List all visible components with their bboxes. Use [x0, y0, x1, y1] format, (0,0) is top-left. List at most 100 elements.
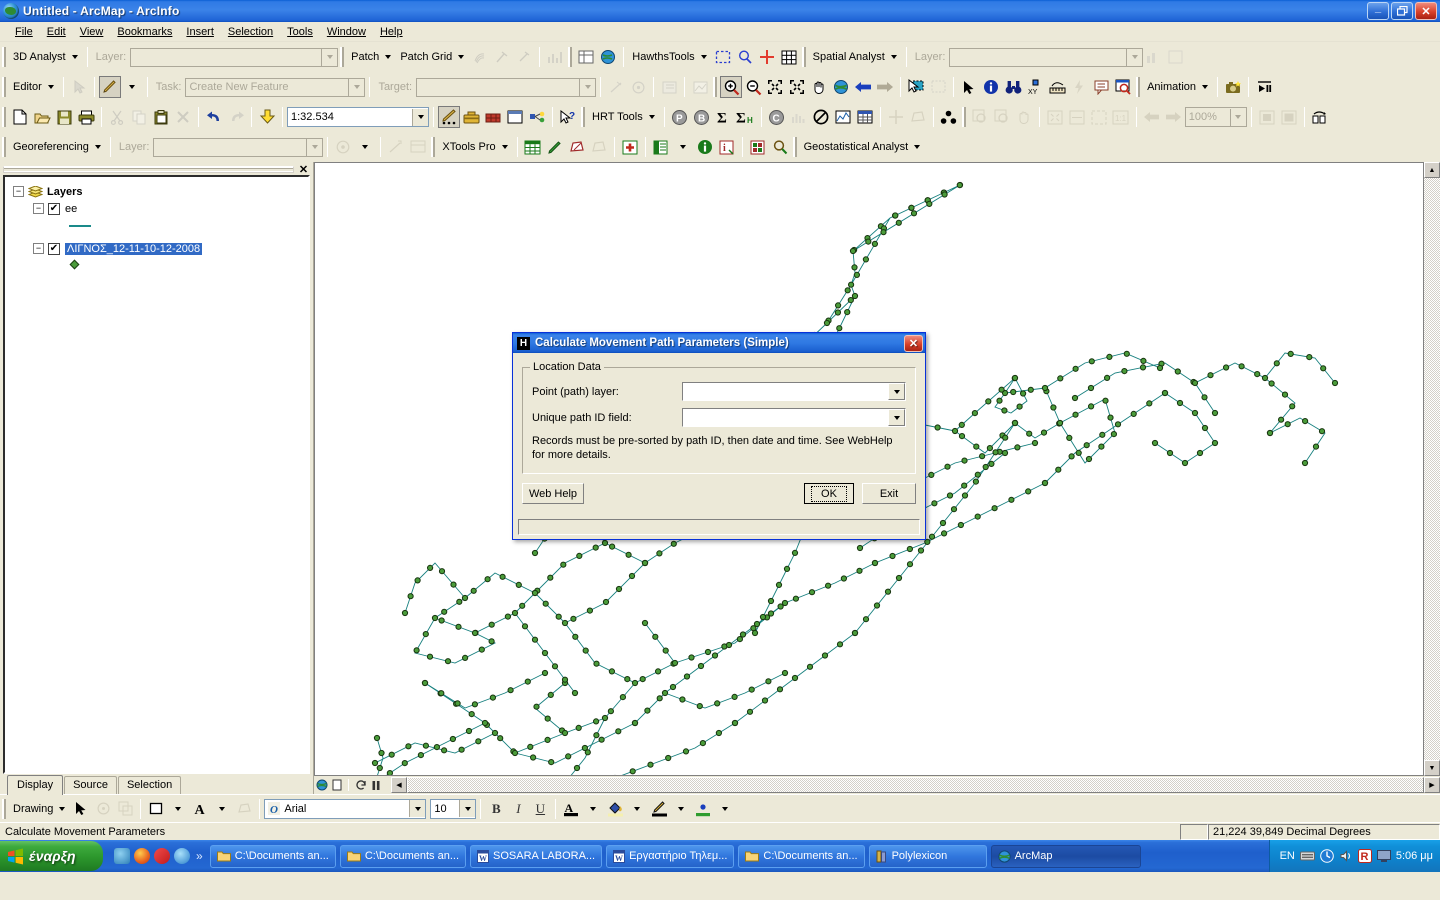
- web-help-button[interactable]: Web Help: [522, 483, 584, 504]
- taskbar-item-explorer-1[interactable]: C:\Documents an...: [209, 844, 336, 868]
- whats-this-button[interactable]: ?: [557, 106, 579, 128]
- underline-button[interactable]: U: [529, 798, 551, 820]
- georeferencing-menu[interactable]: Georeferencing: [9, 139, 93, 155]
- spatial-hist-button[interactable]: [1143, 46, 1165, 68]
- pan-button[interactable]: [808, 76, 830, 98]
- grid-button[interactable]: [778, 46, 800, 68]
- model-graph-button[interactable]: [526, 106, 548, 128]
- show-desktop-icon[interactable]: [114, 848, 130, 864]
- toolbar-grip[interactable]: [792, 137, 797, 157]
- hawths-table-button[interactable]: [575, 46, 597, 68]
- tree-node-layer-lignos[interactable]: − ✔ ΛΙΓΝΟΣ_12-11-10-12-2008: [9, 240, 304, 257]
- hawths-zoom-button[interactable]: [734, 46, 756, 68]
- hrt-noaccess-button[interactable]: [810, 106, 832, 128]
- layout-forward-button[interactable]: [1163, 106, 1185, 128]
- chevron-down-icon[interactable]: [385, 55, 392, 59]
- toolbar-grip[interactable]: [2, 798, 6, 819]
- edit-tool-button[interactable]: [68, 76, 90, 98]
- font-color-dropdown[interactable]: [582, 798, 604, 820]
- task-combo[interactable]: Create New Feature: [185, 77, 366, 97]
- hrt-sum-button[interactable]: Σ: [713, 106, 735, 128]
- chevron-down-icon[interactable]: [648, 115, 655, 119]
- taskbar-item-arcmap[interactable]: ArcMap: [990, 844, 1141, 868]
- hrt-cross-button[interactable]: [885, 106, 907, 128]
- chevron-down-icon[interactable]: [71, 55, 78, 59]
- save-document-button[interactable]: [53, 106, 75, 128]
- rotate-element-button[interactable]: [92, 798, 114, 820]
- layer-visibility-checkbox[interactable]: ✔: [48, 202, 60, 215]
- font-family-combo[interactable]: O Arial: [264, 798, 427, 819]
- chevron-down-icon[interactable]: [306, 138, 323, 156]
- toc-drag-handle[interactable]: [3, 166, 294, 173]
- toolbar-grip[interactable]: [2, 47, 6, 67]
- dialog-close-button[interactable]: ✕: [904, 334, 923, 352]
- display-icon[interactable]: [1376, 849, 1391, 863]
- toolbar-grip[interactable]: [568, 47, 573, 67]
- chevron-down-icon[interactable]: [888, 409, 905, 426]
- copy-button[interactable]: [128, 106, 150, 128]
- menu-view[interactable]: View: [73, 24, 111, 40]
- measure-button[interactable]: [1046, 76, 1068, 98]
- point-path-layer-value[interactable]: [683, 383, 888, 400]
- xtools-extra-button[interactable]: [588, 136, 610, 158]
- chevron-down-icon[interactable]: [412, 108, 428, 126]
- new-text-button[interactable]: A: [189, 798, 211, 820]
- line-color-dropdown[interactable]: [670, 798, 692, 820]
- expander-icon[interactable]: −: [33, 243, 44, 254]
- patch-grid-menu[interactable]: Patch Grid: [396, 49, 456, 65]
- go-back-extent-button[interactable]: [852, 76, 874, 98]
- tree-node-root[interactable]: − Layers: [9, 183, 304, 200]
- toolbar-grip[interactable]: [581, 107, 585, 127]
- layout-whole-page-button[interactable]: [1044, 106, 1066, 128]
- html-popup-button[interactable]: [1090, 76, 1112, 98]
- calculate-movement-path-dialog[interactable]: H Calculate Movement Path Parameters (Si…: [512, 332, 926, 540]
- scroll-up-button[interactable]: ▲: [1424, 162, 1440, 178]
- delete-button[interactable]: [172, 106, 194, 128]
- layout-pan-button[interactable]: [1013, 106, 1035, 128]
- geo-link-table-button[interactable]: [407, 136, 429, 158]
- toolbar-grip[interactable]: [1136, 77, 1141, 97]
- paste-button[interactable]: [150, 106, 172, 128]
- refresh-view-button[interactable]: [353, 778, 368, 793]
- volume-icon[interactable]: [1339, 849, 1353, 863]
- hrt-point-button[interactable]: P: [669, 106, 691, 128]
- menu-bookmarks[interactable]: Bookmarks: [110, 24, 179, 40]
- menu-edit[interactable]: Edit: [40, 24, 73, 40]
- xtools-report-dropdown[interactable]: [672, 136, 694, 158]
- unique-path-id-combo[interactable]: [682, 408, 906, 427]
- select-elements-button[interactable]: [958, 76, 980, 98]
- go-to-xy-button[interactable]: XY: [1024, 76, 1046, 98]
- magnifier-window-button[interactable]: [1112, 76, 1134, 98]
- start-button[interactable]: έναρξη: [0, 841, 103, 871]
- menu-tools[interactable]: Tools: [280, 24, 320, 40]
- rotate-tool-button[interactable]: [627, 76, 649, 98]
- taskbar-item-word-ergastirio[interactable]: W Εργαστήριο Τηλεμ...: [606, 844, 735, 868]
- bold-button[interactable]: B: [485, 798, 507, 820]
- menu-selection[interactable]: Selection: [221, 24, 280, 40]
- hscroll-right-button[interactable]: ▶: [1424, 777, 1440, 793]
- firefox-icon[interactable]: [134, 848, 150, 864]
- hrt-polygon-button[interactable]: [907, 106, 929, 128]
- edit-vertices-button[interactable]: [233, 798, 255, 820]
- full-extent-button[interactable]: [830, 76, 852, 98]
- xtools-layer-table-button[interactable]: [747, 136, 769, 158]
- hrt-tools-menu[interactable]: HRT Tools: [588, 109, 647, 125]
- menu-help[interactable]: Help: [373, 24, 410, 40]
- taskbar-item-polylexicon[interactable]: Polylexicon: [868, 844, 987, 868]
- histogram-button[interactable]: [544, 46, 566, 68]
- spatial-layer-combo[interactable]: [949, 47, 1144, 67]
- menu-file[interactable]: File: [8, 24, 40, 40]
- geo-rotate-button[interactable]: [332, 136, 354, 158]
- chevron-down-icon[interactable]: [409, 800, 426, 817]
- geostatistical-analyst-menu[interactable]: Geostatistical Analyst: [800, 139, 913, 155]
- chevron-down-icon[interactable]: [47, 85, 54, 89]
- menu-insert[interactable]: Insert: [179, 24, 221, 40]
- toolbar-grip[interactable]: [431, 137, 436, 157]
- keyboard-icon[interactable]: [1299, 850, 1315, 862]
- hawthstools-menu[interactable]: HawthsTools: [628, 49, 698, 65]
- focus-data-frame-button[interactable]: [1256, 106, 1278, 128]
- toolbar-grip[interactable]: [961, 107, 966, 127]
- hawths-globe-button[interactable]: [597, 46, 619, 68]
- zoom-in-button[interactable]: [720, 76, 743, 98]
- select-elements-draw-button[interactable]: [70, 798, 92, 820]
